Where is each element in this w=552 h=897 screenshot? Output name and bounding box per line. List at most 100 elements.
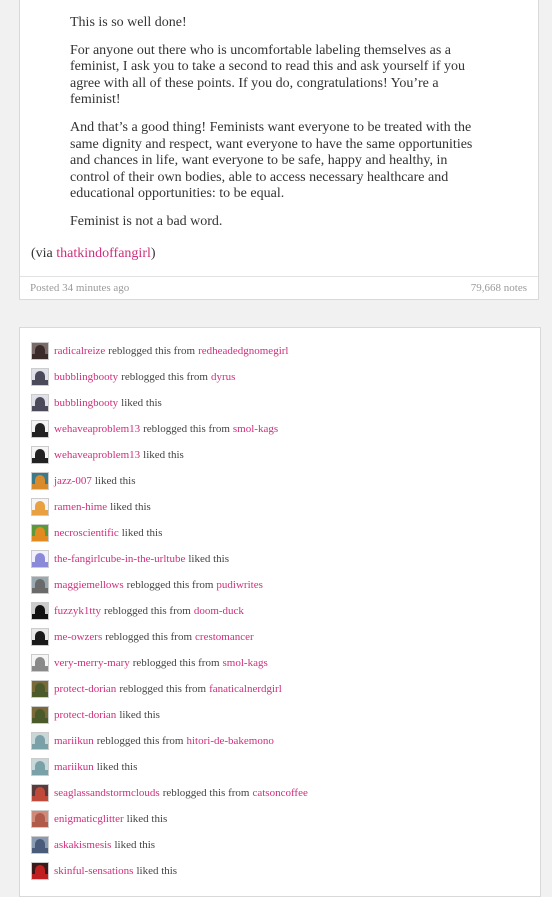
note-user-link[interactable]: maggiemellows [54,579,124,591]
note-source-link[interactable]: redheadedgnomegirl [198,345,288,357]
note-source-link[interactable]: hitori-de-bakemono [186,735,273,747]
avatar[interactable] [31,576,49,594]
post-card: This is so well done! For anyone out the… [19,0,539,300]
note-item: bubblingbooty reblogged this from dyrus [31,366,235,388]
post-paragraph: And that’s a good thing! Feminists want … [70,119,473,202]
avatar[interactable] [31,836,49,854]
note-user-link[interactable]: protect-dorian [54,709,116,721]
note-item: protect-dorian liked this [31,704,163,726]
note-source-link[interactable]: smol-kags [223,657,268,669]
note-user-link[interactable]: seaglassandstormclouds [54,787,160,799]
note-user-link[interactable]: jazz-007 [54,475,92,487]
note-item: the-fangirlcube-in-the-urltube liked this [31,548,232,570]
note-item: very-merry-mary reblogged this from smol-k… [31,652,268,674]
note-item: seaglassandstormclouds reblogged this fro… [31,782,308,804]
note-user-link[interactable]: askakismesis [54,839,111,851]
note-action: liked this [114,839,156,851]
note-action: reblogged this from [104,605,191,617]
avatar[interactable] [31,602,49,620]
post-paragraph: This is so well done! [70,15,187,30]
avatar[interactable] [31,732,49,750]
note-action: reblogged this from [96,735,184,747]
note-user-link[interactable]: wehaveaproblem13 [54,449,140,461]
avatar[interactable] [31,758,49,776]
note-action: liked this [119,709,160,721]
note-item: enigmaticglitter liked this [31,808,170,830]
note-action: reblogged this from [162,787,250,799]
via-attribution: (via thatkindoffangirl) [31,246,156,262]
avatar[interactable] [31,862,49,880]
post-body: This is so well done! For anyone out the… [70,15,490,242]
note-user-link[interactable]: enigmaticglitter [54,813,124,825]
note-user-link[interactable]: mariikun [54,761,94,773]
note-item: skinful-sensations liked this [31,860,180,882]
avatar[interactable] [31,550,49,568]
note-source-link[interactable]: catsoncoffee [252,787,307,799]
note-source-link[interactable]: crestomancer [195,631,254,643]
note-action: reblogged this from [105,631,193,643]
note-item: ramen-hime liked this [31,496,154,518]
avatar[interactable] [31,680,49,698]
note-user-link[interactable]: necroscientific [54,527,119,539]
note-user-link[interactable]: bubblingbooty [54,371,118,383]
note-user-link[interactable]: me-owzers [54,631,102,643]
note-action: reblogged this from [121,371,208,383]
avatar[interactable] [31,810,49,828]
note-source-link[interactable]: fanaticalnerdgirl [209,683,282,695]
avatar[interactable] [31,446,49,464]
via-prefix: (via [31,246,57,261]
avatar[interactable] [31,524,49,542]
note-user-link[interactable]: bubblingbooty [54,397,118,409]
note-item: radicalreize reblogged this from redheaded… [31,340,288,362]
note-item: askakismesis liked this [31,834,158,856]
note-action: reblogged this from [126,579,214,591]
note-item: protect-dorian reblogged this from fanatic… [31,678,282,700]
via-user-link[interactable]: thatkindoffangirl [56,246,151,261]
avatar[interactable] [31,498,49,516]
note-user-link[interactable]: fuzzyk1tty [54,605,101,617]
note-user-link[interactable]: the-fangirlcube-in-the-urltube [54,553,185,565]
posted-time-link[interactable]: Posted 34 minutes ago [30,282,129,294]
notes-list: radicalreize reblogged this from redheaded… [19,327,541,897]
note-action: liked this [143,449,184,461]
avatar[interactable] [31,628,49,646]
via-suffix: ) [150,246,156,261]
note-action: reblogged this from [119,683,207,695]
note-action: reblogged this from [143,423,230,435]
note-user-link[interactable]: very-merry-mary [54,657,130,669]
note-user-link[interactable]: wehaveaproblem13 [54,423,140,435]
note-source-link[interactable]: pudiwrites [216,579,262,591]
note-action: liked this [188,553,229,565]
avatar[interactable] [31,420,49,438]
avatar[interactable] [31,472,49,490]
note-action: liked this [126,813,168,825]
note-user-link[interactable]: skinful-sensations [54,865,133,877]
note-item: maggiemellows reblogged this from pudiwrit… [31,574,263,596]
post-paragraph: Feminist is not a bad word. [70,213,223,229]
avatar[interactable] [31,784,49,802]
note-action: reblogged this from [108,345,196,357]
note-user-link[interactable]: protect-dorian [54,683,116,695]
note-source-link[interactable]: dyrus [211,371,235,383]
post-paragraph: For anyone out there who is uncomfortabl… [70,42,466,108]
note-item: jazz-007 liked this [31,470,139,492]
note-source-link[interactable]: smol-kags [233,423,278,435]
note-item: wehaveaproblem13 reblogged this from smol-… [31,418,278,440]
note-user-link[interactable]: ramen-hime [54,501,107,513]
note-item: fuzzyk1tty reblogged this from doom-duck [31,600,244,622]
avatar[interactable] [31,342,49,360]
note-action: liked this [110,501,151,513]
avatar[interactable] [31,394,49,412]
note-user-link[interactable]: mariikun [54,735,94,747]
notes-count-link[interactable]: 79,668 notes [471,282,527,294]
note-action: liked this [121,397,162,409]
avatar[interactable] [31,368,49,386]
note-action: liked this [94,475,136,487]
note-source-link[interactable]: doom-duck [194,605,244,617]
avatar[interactable] [31,706,49,724]
post-footer: Posted 34 minutes ago 79,668 notes [20,276,538,302]
note-item: wehaveaproblem13 liked this [31,444,187,466]
avatar[interactable] [31,654,49,672]
note-item: mariikun liked this [31,756,140,778]
note-user-link[interactable]: radicalreize [54,345,105,357]
